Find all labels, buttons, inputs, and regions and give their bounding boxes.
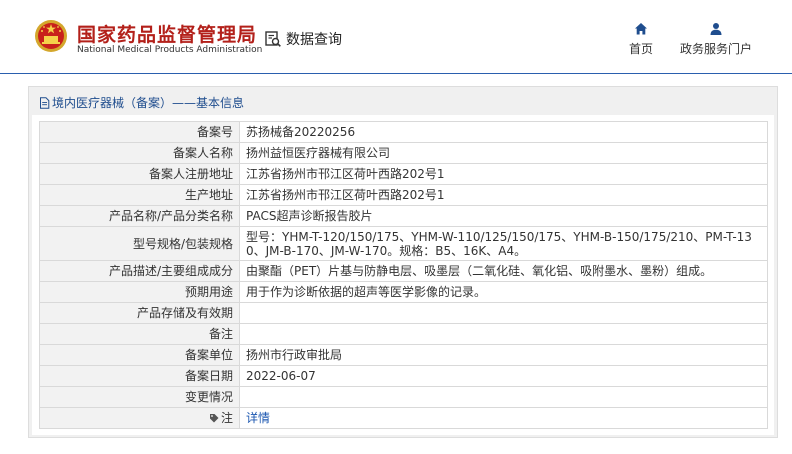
nav-gov-portal[interactable]: 政务服务门户 [676,22,756,57]
table-row: 变更情况 [39,386,768,408]
tag-icon [209,414,219,423]
note-label-cell: 注 [39,407,240,429]
details-cell: 详情 [239,407,768,429]
field-label: 备案人注册地址 [39,163,240,185]
field-value [239,386,768,408]
table-row: 备案单位 扬州市行政审批局 [39,344,768,366]
field-label: 备案日期 [39,365,240,387]
home-icon [635,23,647,35]
field-label: 备注 [39,323,240,345]
document-search-icon [265,31,281,47]
field-value: 2022-06-07 [239,365,768,387]
table-row: 注 详情 [39,407,768,429]
field-value: 江苏省扬州市邗江区荷叶西路202号1 [239,163,768,185]
table-row: 产品名称/产品分类名称 PACS超声诊断报告胶片 [39,205,768,227]
field-label: 备案单位 [39,344,240,366]
field-value: 型号：YHM-T-120/150/175、YHM-W-110/125/150/1… [239,226,768,261]
field-value: PACS超声诊断报告胶片 [239,205,768,227]
site-header: 国家药品监督管理局 National Medical Products Admi… [0,0,792,74]
table-row: 型号规格/包装规格 型号：YHM-T-120/150/175、YHM-W-110… [39,226,768,261]
table-row: 产品存储及有效期 [39,302,768,324]
field-label: 注 [220,411,233,425]
field-label: 产品存储及有效期 [39,302,240,324]
table-row: 备案日期 2022-06-07 [39,365,768,387]
table-row: 备案人注册地址 江苏省扬州市邗江区荷叶西路202号1 [39,163,768,185]
table-row: 备案人名称 扬州益恒医疗器械有限公司 [39,142,768,164]
national-emblem-icon [35,20,67,52]
nav-gov-label: 政务服务门户 [679,42,752,56]
record-table: 备案号 苏扬械备20220256 备案人名称 扬州益恒医疗器械有限公司 备案人注… [39,121,768,429]
field-value: 江苏省扬州市邗江区荷叶西路202号1 [239,184,768,206]
field-label: 型号规格/包装规格 [39,226,240,261]
table-row: 生产地址 江苏省扬州市邗江区荷叶西路202号1 [39,184,768,206]
field-label: 备案人名称 [39,142,240,164]
field-value: 苏扬械备20220256 [239,121,768,143]
table-row: 预期用途 用于作为诊断依据的超声等医学影像的记录。 [39,281,768,303]
data-query-label: 数据查询 [286,32,342,48]
field-value [239,302,768,324]
field-value: 用于作为诊断依据的超声等医学影像的记录。 [239,281,768,303]
details-link[interactable]: 详情 [246,411,270,425]
table-row: 备注 [39,323,768,345]
record-container: 备案号 苏扬械备20220256 备案人名称 扬州益恒医疗器械有限公司 备案人注… [32,115,774,435]
site-title: 国家药品监督管理局 [77,24,258,46]
site-subtitle: National Medical Products Administration [77,45,263,55]
breadcrumb-text: 境内医疗器械（备案）——基本信息 [52,96,245,110]
nav-home-label: 首页 [628,42,653,56]
field-label: 变更情况 [39,386,240,408]
field-value: 扬州益恒医疗器械有限公司 [239,142,768,164]
field-label: 备案号 [39,121,240,143]
field-label: 预期用途 [39,281,240,303]
field-label: 产品描述/主要组成成分 [39,260,240,282]
document-icon [40,96,50,109]
table-row: 产品描述/主要组成成分 由聚酯（PET）片基与防静电层、吸墨层（二氧化硅、氧化铝… [39,260,768,282]
nav-home[interactable]: 首页 [626,22,656,57]
table-row: 备案号 苏扬械备20220256 [39,121,768,143]
field-label: 生产地址 [39,184,240,206]
field-label: 产品名称/产品分类名称 [39,205,240,227]
field-value [239,323,768,345]
breadcrumb: 境内医疗器械（备案）——基本信息 [39,94,244,111]
user-icon [710,23,722,35]
field-value: 由聚酯（PET）片基与防静电层、吸墨层（二氧化硅、氧化铝、吸附墨水、墨粉）组成。 [239,260,768,282]
data-query-link[interactable]: 数据查询 [264,29,342,49]
detail-panel: 境内医疗器械（备案）——基本信息 备案号 苏扬械备20220256 备案人名称 … [28,86,778,438]
field-value: 扬州市行政审批局 [239,344,768,366]
